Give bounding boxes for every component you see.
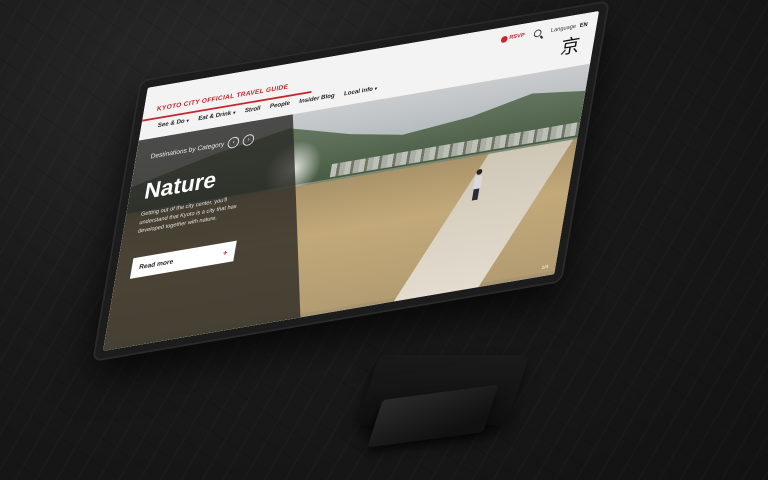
chevron-down-icon: ▾ (185, 118, 190, 125)
search-icon[interactable] (533, 28, 543, 38)
nav-item-label: Insider Blog (298, 92, 336, 106)
plus-icon: + (222, 247, 229, 258)
nav-item-eat-drink[interactable]: Eat & Drink▾ (198, 109, 236, 122)
prev-arrow-icon[interactable]: ‹ (227, 136, 240, 149)
nav-item-label: People (269, 100, 291, 111)
category-row: Destinations by Category ‹ › (150, 133, 256, 162)
chevron-down-icon: ▾ (374, 86, 378, 93)
language-selector[interactable]: Language EN (550, 22, 588, 34)
nav-item-local-info[interactable]: Local info▾ (343, 85, 377, 97)
category-label: Destinations by Category (150, 140, 225, 160)
nav-item-see-do[interactable]: See & Do▾ (157, 117, 189, 129)
nav-item-people[interactable]: People (269, 100, 290, 110)
nav-item-label: Local info (343, 85, 374, 98)
read-more-label: Read more (138, 258, 174, 271)
next-arrow-icon[interactable]: › (242, 133, 255, 146)
nav-item-label: Stroll (244, 105, 262, 115)
chevron-down-icon: ▾ (232, 110, 236, 117)
nav-item-label: See & Do (157, 117, 186, 130)
rsvp-link[interactable]: RSVP (500, 32, 525, 43)
kyoto-logo-icon[interactable]: 京 (558, 33, 582, 59)
language-label: Language (550, 23, 577, 34)
nav-item-label: Eat & Drink (197, 110, 232, 123)
rsvp-icon (500, 35, 508, 43)
language-value: EN (579, 22, 588, 29)
read-more-button[interactable]: Read more + (130, 241, 237, 279)
nav-item-stroll[interactable]: Stroll (244, 105, 261, 114)
nav-item-insider-blog[interactable]: Insider Blog (299, 92, 335, 105)
rsvp-label: RSVP (508, 32, 525, 41)
